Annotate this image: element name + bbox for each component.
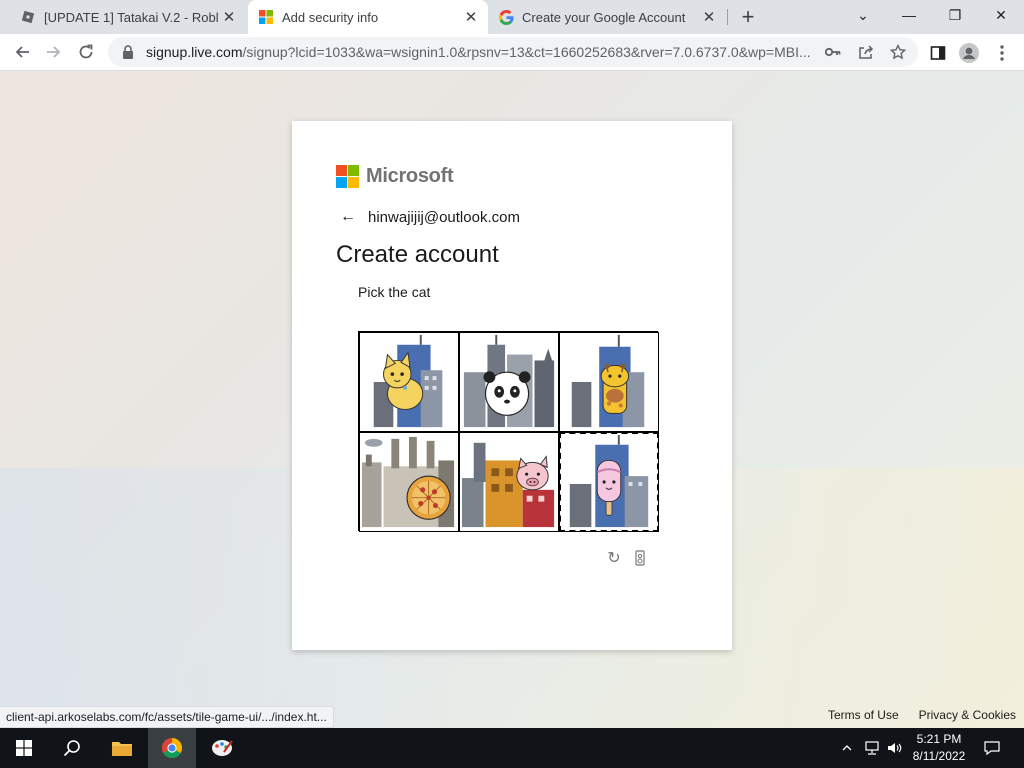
footer-links: Terms of Use Privacy & Cookies [828, 708, 1016, 722]
tab-title: [UPDATE 1] Tatakai V.2 - Roblox [44, 9, 218, 25]
profile-avatar-icon[interactable] [955, 39, 983, 67]
show-hidden-icons-chevron-icon[interactable] [838, 728, 856, 768]
brand-name: Microsoft [366, 165, 454, 187]
page-title: Create account [336, 241, 499, 268]
key-icon[interactable] [824, 44, 842, 60]
microsoft-logo-icon [336, 165, 359, 188]
start-button[interactable] [0, 728, 48, 768]
menu-kebab-icon[interactable] [988, 39, 1016, 67]
panda-icon [463, 334, 555, 428]
paint-app-button[interactable] [198, 728, 246, 768]
close-tab-icon[interactable]: ✕ [698, 6, 720, 28]
volume-icon[interactable] [884, 728, 906, 768]
url-host: signup.live.com [146, 44, 243, 60]
chrome-icon [162, 738, 182, 758]
microsoft-icon [258, 9, 274, 25]
bookmark-star-icon[interactable] [889, 44, 907, 60]
forward-button[interactable] [40, 38, 68, 66]
microsoft-logo: Microsoft [336, 165, 454, 188]
reload-icon [79, 44, 93, 59]
clock-time: 5:21 PM [916, 732, 962, 746]
chrome-button[interactable] [148, 728, 196, 768]
pizza-icon [361, 436, 455, 528]
restore-button[interactable]: ❐ [932, 0, 978, 30]
pig-icon [461, 442, 555, 528]
captcha-instruction: Pick the cat [358, 284, 431, 300]
captcha-tile-panda[interactable] [459, 332, 559, 432]
close-tab-icon[interactable]: ✕ [218, 6, 240, 28]
captcha-tile-popsicle[interactable] [559, 432, 659, 532]
account-email: hinwajijij@outlook.com [368, 208, 520, 226]
tab-title: Add security info [282, 9, 379, 25]
share-icon[interactable] [857, 44, 875, 60]
captcha-tile-cat[interactable] [359, 332, 459, 432]
popsicle-icon [569, 434, 649, 528]
reload-puzzle-icon[interactable]: ↻ [604, 548, 624, 568]
folder-icon [112, 742, 132, 756]
tab-add-security-info[interactable]: Add security info ✕ [248, 0, 488, 34]
reload-button[interactable] [72, 38, 100, 66]
notifications-icon[interactable] [980, 728, 1004, 768]
identity-banner[interactable]: ← hinwajijij@outlook.com [340, 208, 520, 226]
lock-icon[interactable] [120, 45, 136, 59]
search-button[interactable] [48, 728, 96, 768]
url-path: /signup?lcid=1033&wa=wsignin1.0&rpsnv=13… [242, 44, 811, 60]
captcha-tile-pizza[interactable] [359, 432, 459, 532]
arrow-left-icon [15, 46, 29, 58]
url-text: signup.live.com/signup?lcid=1033&wa=wsig… [146, 44, 818, 60]
captcha-tile-giraffe[interactable] [559, 332, 659, 432]
close-window-button[interactable]: ✕ [978, 0, 1024, 30]
tab-roblox[interactable]: [UPDATE 1] Tatakai V.2 - Roblox ✕ [0, 0, 246, 34]
tab-separator [727, 9, 728, 25]
taskbar: 5:21 PM 8/11/2022 [0, 728, 1024, 768]
minimize-button[interactable]: — [886, 0, 932, 30]
roblox-icon [20, 9, 36, 25]
tab-strip: [UPDATE 1] Tatakai V.2 - Roblox ✕ Add se… [0, 0, 1024, 34]
logo-square-blue [336, 177, 347, 188]
signup-card: Microsoft ← hinwajijij@outlook.com Creat… [292, 121, 732, 650]
search-icon [63, 740, 80, 757]
file-explorer-button[interactable] [98, 728, 146, 768]
new-tab-button[interactable]: + [736, 4, 760, 29]
clock-date: 8/11/2022 [912, 749, 966, 763]
logo-square-green [348, 165, 359, 176]
tab-google-account[interactable]: Create your Google Account ✕ [488, 0, 726, 34]
privacy-cookies-link[interactable]: Privacy & Cookies [919, 708, 1016, 722]
system-clock[interactable]: 5:21 PM 8/11/2022 [904, 731, 974, 765]
tab-search-dropdown-icon[interactable]: ⌄ [840, 0, 886, 30]
address-bar[interactable]: signup.live.com/signup?lcid=1033&wa=wsig… [108, 37, 918, 67]
status-bar-url: client-api.arkoselabs.com/fc/assets/tile… [0, 706, 334, 728]
logo-square-yellow [348, 177, 359, 188]
terms-of-use-link[interactable]: Terms of Use [828, 708, 899, 722]
captcha-tile-pig[interactable] [459, 432, 559, 532]
close-tab-icon[interactable]: ✕ [460, 6, 482, 28]
cat-icon [373, 334, 443, 428]
back-arrow-icon[interactable]: ← [340, 208, 356, 226]
side-panel-icon[interactable] [924, 39, 952, 67]
tab-title: Create your Google Account [522, 9, 686, 25]
logo-square-red [336, 165, 347, 176]
paint-palette-icon [212, 740, 233, 756]
captcha-tile-grid [358, 331, 659, 532]
windows-logo-icon [16, 740, 32, 756]
audio-challenge-icon[interactable] [630, 548, 650, 568]
arrow-right-icon [47, 46, 61, 58]
google-icon [498, 9, 514, 25]
back-button[interactable] [8, 38, 36, 66]
browser-toolbar: signup.live.com/signup?lcid=1033&wa=wsig… [0, 34, 1024, 71]
page-background: Microsoft ← hinwajijij@outlook.com Creat… [0, 71, 1024, 728]
network-icon[interactable] [860, 728, 884, 768]
giraffe-icon [571, 334, 645, 428]
